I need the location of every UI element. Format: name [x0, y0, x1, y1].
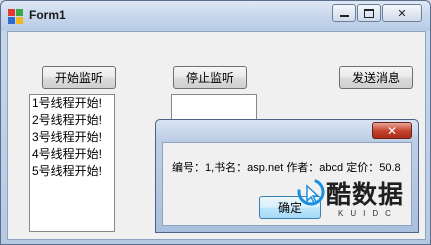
maximize-icon[interactable]: [357, 4, 381, 22]
minimize-icon[interactable]: [332, 4, 356, 22]
watermark-name: 酷数据: [326, 180, 405, 209]
list-item[interactable]: 1号线程开始!: [30, 95, 114, 112]
title-bar[interactable]: Form1 ✕: [1, 1, 430, 31]
start-monitor-button[interactable]: 开始监听: [42, 66, 116, 89]
close-icon[interactable]: ✕: [382, 4, 422, 22]
thread-listbox[interactable]: 1号线程开始! 2号线程开始! 3号线程开始! 4号线程开始! 5号线程开始!: [29, 94, 115, 232]
watermark-logo: 酷数据 KUIDC: [296, 173, 416, 219]
window-title: Form1: [29, 8, 66, 22]
list-item[interactable]: 4号线程开始!: [30, 146, 114, 163]
list-item[interactable]: 5号线程开始!: [30, 163, 114, 180]
watermark-sub: KUIDC: [338, 209, 398, 218]
watermark-cursor-icon: [297, 178, 325, 206]
message-box-title-bar[interactable]: ✕: [156, 120, 418, 142]
send-message-button[interactable]: 发送消息: [339, 66, 413, 89]
app-icon: [8, 9, 24, 25]
list-item[interactable]: 3号线程开始!: [30, 129, 114, 146]
list-item[interactable]: 2号线程开始!: [30, 112, 114, 129]
stop-monitor-button[interactable]: 停止监听: [173, 66, 247, 89]
close-icon[interactable]: ✕: [372, 122, 412, 139]
